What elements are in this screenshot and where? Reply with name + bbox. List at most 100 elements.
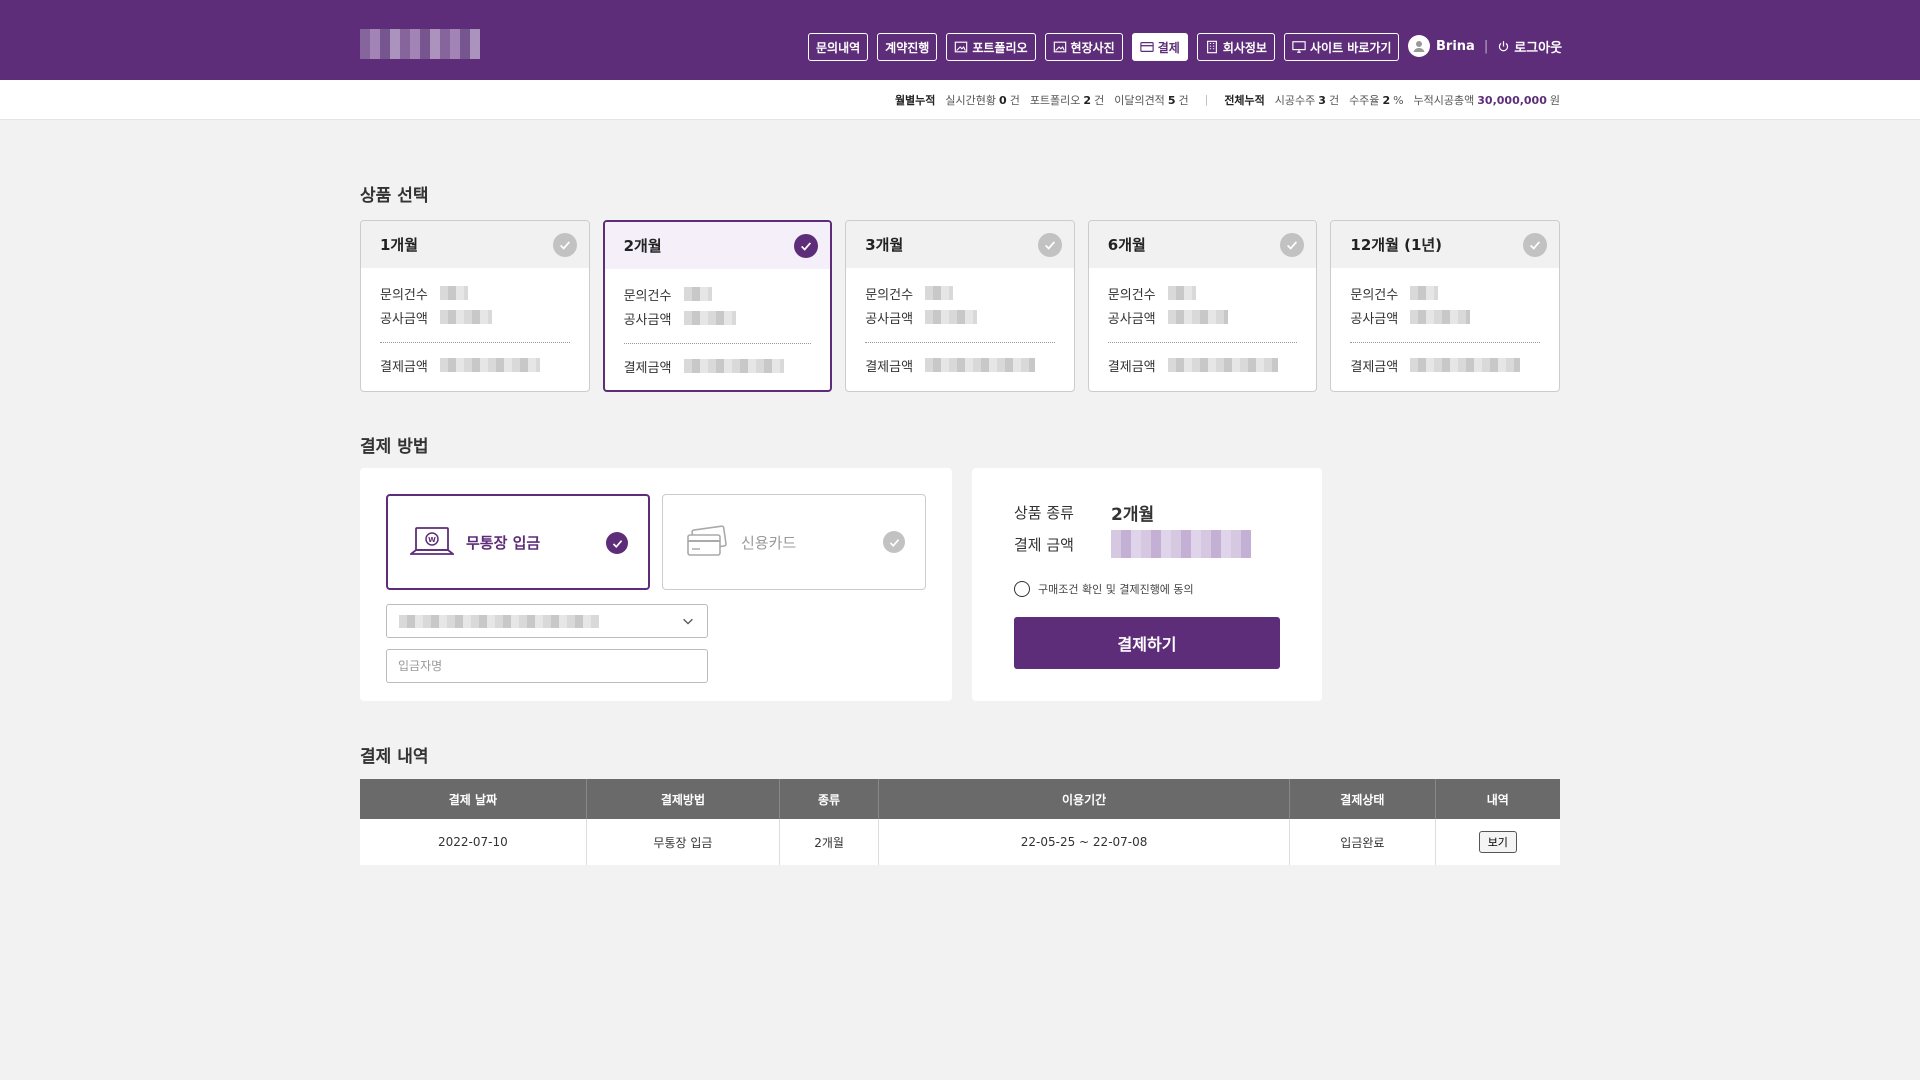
work-value-redacted xyxy=(1410,310,1471,324)
pay-value-redacted xyxy=(1410,358,1521,372)
section-title: 상품 선택 xyxy=(360,186,429,206)
nav-contracts[interactable]: 계약진행 xyxy=(877,33,938,61)
check-icon xyxy=(1037,232,1062,257)
stats-divider: | xyxy=(1204,93,1209,106)
summary-type-row: 상품 종류 2개월 xyxy=(1014,500,1154,525)
svg-text:W: W xyxy=(428,536,436,544)
agree-label: 구매조건 확인 및 결제진행에 동의 xyxy=(1038,583,1194,596)
summary-type-label: 상품 종류 xyxy=(1014,504,1074,522)
nav-site-photos[interactable]: 현장사진 xyxy=(1044,33,1123,61)
nav-label: 현장사진 xyxy=(1070,40,1115,55)
pay-value-redacted xyxy=(683,359,784,373)
history-table: 결제 날짜 결제방법 종류 이용기간 결제상태 내역 2022-07-10 무통… xyxy=(360,779,1560,865)
avatar-icon[interactable] xyxy=(1408,35,1430,57)
logout-label: 로그아웃 xyxy=(1514,40,1563,56)
summary-amount-label: 결제 금액 xyxy=(1014,535,1074,554)
stat-realtime: 실시간현황 0 건 xyxy=(945,93,1020,107)
work-label: 공사금액 xyxy=(1107,311,1156,327)
nav-label: 계약진행 xyxy=(885,40,930,55)
card-title: 2개월 xyxy=(623,237,662,255)
check-icon xyxy=(552,232,577,257)
top-header: 문의내역 계약진행 포트폴리오 현장사진 결제 회사정보 사이트 바로가기 Br… xyxy=(0,0,1920,80)
nav-label: 회사정보 xyxy=(1222,40,1267,55)
nav-company-info[interactable]: 회사정보 xyxy=(1196,33,1275,61)
card-title: 12개월 (1년) xyxy=(1350,236,1443,254)
bank-account-select[interactable] xyxy=(386,604,708,638)
product-card-12m[interactable]: 12개월 (1년) 문의건수 공사금액 결제금액 xyxy=(1330,220,1560,392)
pay-button[interactable]: 결제하기 xyxy=(1014,617,1280,669)
nav-label: 결제 xyxy=(1157,40,1180,55)
stat-portfolio: 포트폴리오 2 건 xyxy=(1029,93,1105,107)
table-header-row: 결제 날짜 결제방법 종류 이용기간 결제상태 내역 xyxy=(360,779,1560,819)
user-name[interactable]: Brina xyxy=(1436,39,1475,54)
inquiry-value-redacted xyxy=(1167,286,1196,300)
payment-section-title: 결제 방법 xyxy=(360,437,429,457)
pay-label: 결제금액 xyxy=(865,359,914,375)
col-status: 결제상태 xyxy=(1289,779,1436,819)
cell-period: 22-05-25 ~ 22-07-08 xyxy=(878,819,1291,865)
nav-visit-site[interactable]: 사이트 바로가기 xyxy=(1283,33,1400,61)
stat-estimate: 이달의견적 5 건 xyxy=(1114,93,1189,107)
summary-amount-row: 결제 금액 xyxy=(1014,530,1251,558)
card-title: 6개월 xyxy=(1107,236,1146,254)
method-bank-transfer[interactable]: W 무통장 입금 xyxy=(386,494,650,590)
laptop-won-icon: W xyxy=(410,527,454,555)
view-button[interactable]: 보기 xyxy=(1478,831,1517,853)
product-card-2m[interactable]: 2개월 문의건수 공사금액 결제금액 xyxy=(602,220,833,392)
card-title: 3개월 xyxy=(865,236,904,254)
check-icon xyxy=(794,233,819,258)
company-logo[interactable] xyxy=(360,29,480,59)
logout-button[interactable]: 로그아웃 xyxy=(1497,37,1562,56)
inquiry-value-redacted xyxy=(440,286,468,300)
cell-status: 입금완료 xyxy=(1289,819,1436,865)
depositor-name-input[interactable] xyxy=(386,649,708,683)
product-card-6m[interactable]: 6개월 문의건수 공사금액 결제금액 xyxy=(1087,220,1318,392)
nav-payment[interactable]: 결제 xyxy=(1131,33,1188,61)
nav-portfolio[interactable]: 포트폴리오 xyxy=(946,33,1036,61)
radio-circle-icon xyxy=(1014,581,1030,597)
stat-rate: 수주율 2% xyxy=(1349,93,1404,107)
work-value-redacted xyxy=(683,311,736,325)
power-icon xyxy=(1499,40,1509,51)
pay-label: 결제금액 xyxy=(1107,359,1156,375)
inquiry-value-redacted xyxy=(925,286,954,300)
pay-value-redacted xyxy=(440,358,540,372)
inquiry-label: 문의건수 xyxy=(380,287,428,303)
credit-card-icon xyxy=(687,525,727,556)
inquiry-value-redacted xyxy=(1410,286,1439,300)
work-label: 공사금액 xyxy=(623,312,672,328)
bank-account-redacted xyxy=(399,614,599,628)
nav-inquiries[interactable]: 문의내역 xyxy=(808,33,869,61)
method-label: 신용카드 xyxy=(741,533,797,552)
agree-checkbox[interactable]: 구매조건 확인 및 결제진행에 동의 xyxy=(1014,581,1194,597)
work-value-redacted xyxy=(1167,310,1228,324)
pay-value-redacted xyxy=(925,358,1036,372)
product-card-1m[interactable]: 1개월 문의건수 공사금액 결제금액 xyxy=(360,220,590,392)
work-label: 공사금액 xyxy=(380,311,428,327)
pay-value-redacted xyxy=(1167,358,1278,372)
method-credit-card[interactable]: 신용카드 xyxy=(662,494,926,590)
building-icon xyxy=(1206,40,1217,54)
card-title: 1개월 xyxy=(380,236,419,254)
chevron-down-icon xyxy=(683,618,693,625)
col-method: 결제방법 xyxy=(586,779,781,819)
image-icon xyxy=(955,41,968,53)
check-icon xyxy=(1280,232,1305,257)
cell-method: 무통장 입금 xyxy=(586,819,781,865)
stat-amount: 누적시공총액 30,000,000 원 xyxy=(1413,93,1560,107)
nav-label: 사이트 바로가기 xyxy=(1309,40,1392,55)
pay-label: 결제금액 xyxy=(380,359,428,375)
inquiry-label: 문의건수 xyxy=(1107,287,1156,303)
check-icon xyxy=(606,532,628,554)
product-card-3m[interactable]: 3개월 문의건수 공사금액 결제금액 xyxy=(845,220,1075,392)
check-icon xyxy=(883,531,905,553)
product-cards: 1개월 문의건수 공사금액 결제금액 2개월 문의건수 공사금액 결제금액 3개… xyxy=(360,220,1560,392)
payment-summary-box: 상품 종류 2개월 결제 금액 구매조건 확인 및 결제진행에 동의 결제하기 xyxy=(972,468,1322,701)
divider: | xyxy=(1483,38,1489,54)
inquiry-label: 문의건수 xyxy=(623,288,672,304)
cell-date: 2022-07-10 xyxy=(360,819,587,865)
card-icon xyxy=(1140,42,1154,52)
total-label: 전체누적 xyxy=(1224,93,1265,107)
check-icon xyxy=(1522,232,1547,257)
history-section: 결제 내역 결제 날짜 결제방법 종류 이용기간 결제상태 내역 2022-07… xyxy=(360,742,1560,865)
